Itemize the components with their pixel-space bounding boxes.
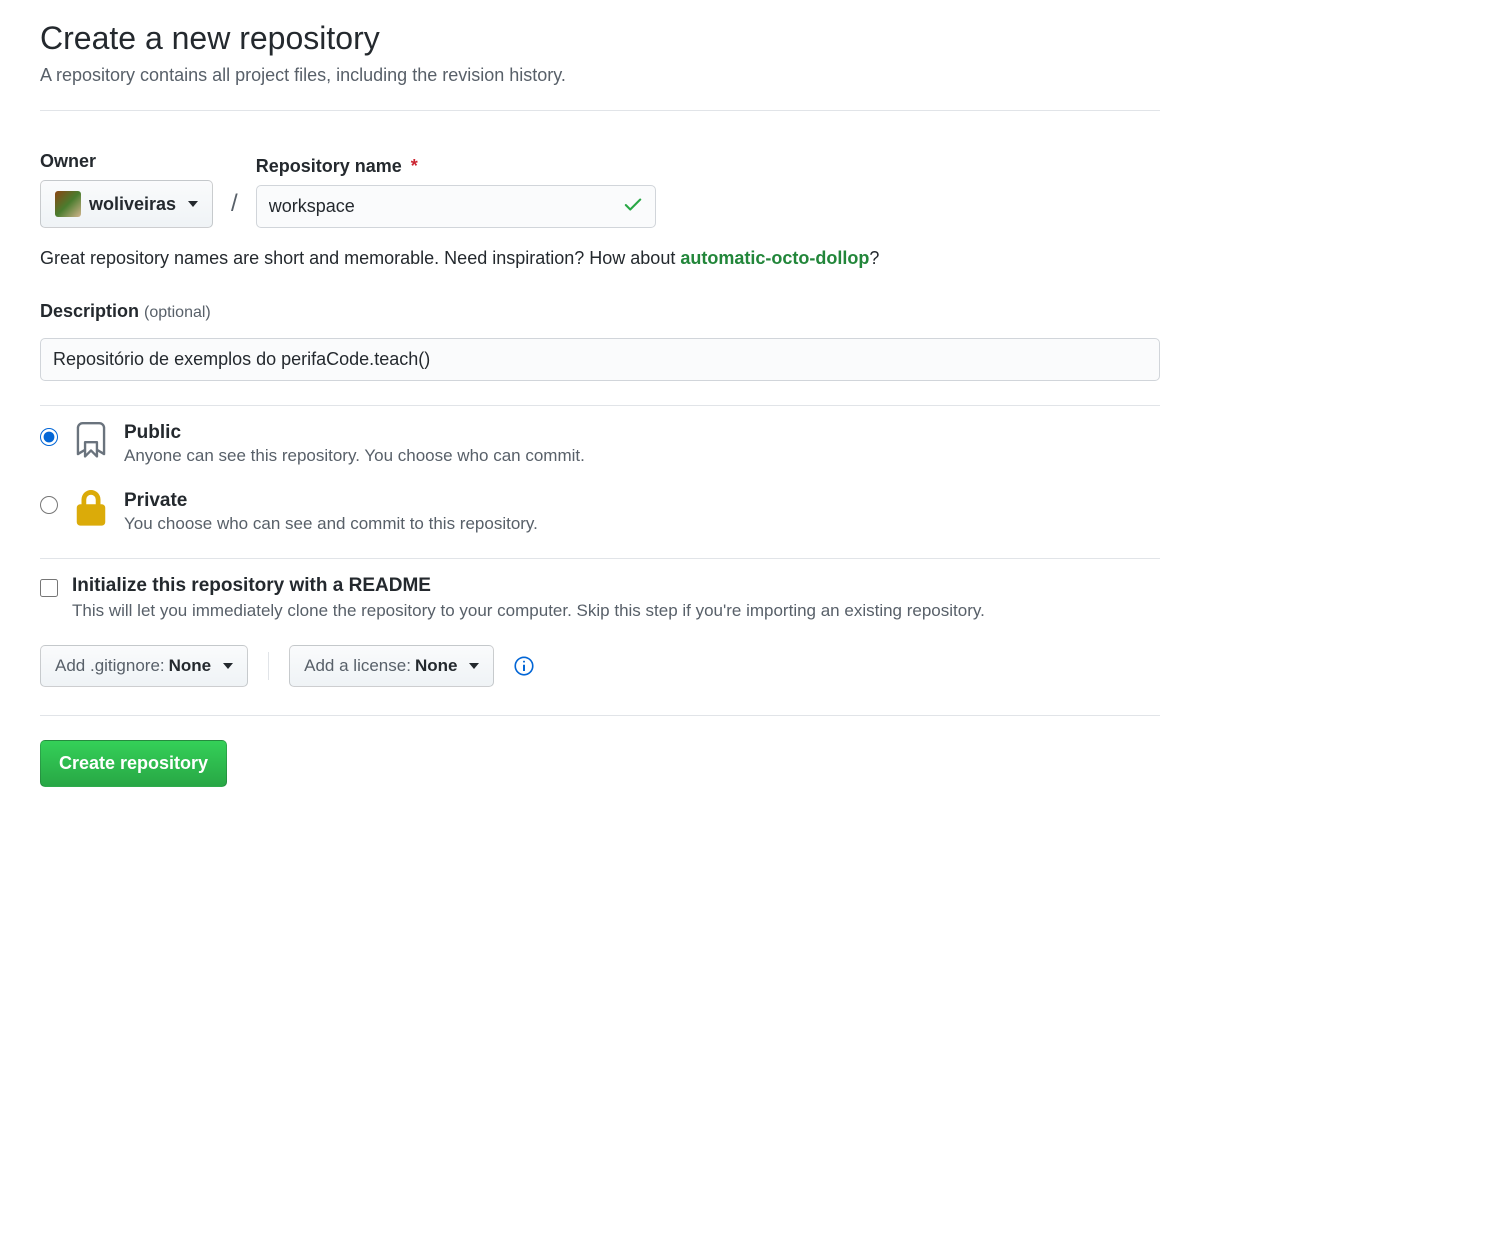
- visibility-private-radio[interactable]: [40, 496, 58, 514]
- divider: [40, 715, 1160, 716]
- repo-public-icon: [72, 422, 110, 460]
- owner-selected-name: woliveiras: [89, 194, 176, 215]
- readme-sub: This will let you immediately clone the …: [72, 601, 985, 621]
- path-separator: /: [225, 190, 244, 228]
- owner-label: Owner: [40, 151, 213, 172]
- initialize-readme-checkbox[interactable]: [40, 579, 58, 597]
- license-dropdown[interactable]: Add a license: None: [289, 645, 494, 687]
- repo-name-label: Repository name *: [256, 156, 656, 177]
- check-icon: [622, 193, 644, 220]
- required-asterisk: *: [411, 156, 418, 176]
- name-suggestion-link[interactable]: automatic-octo-dollop: [680, 248, 869, 268]
- page-title: Create a new repository: [40, 20, 1160, 57]
- lock-icon: [72, 490, 110, 528]
- caret-down-icon: [188, 201, 198, 207]
- visibility-public-sub: Anyone can see this repository. You choo…: [124, 446, 585, 466]
- description-label: Description (optional): [40, 301, 1160, 322]
- description-input[interactable]: [40, 338, 1160, 381]
- divider: [40, 110, 1160, 111]
- divider: [40, 558, 1160, 559]
- gitignore-prefix: Add .gitignore:: [55, 656, 165, 676]
- gitignore-value: None: [169, 656, 212, 676]
- divider: [40, 405, 1160, 406]
- repo-name-hint: Great repository names are short and mem…: [40, 248, 1160, 269]
- description-label-text: Description: [40, 301, 139, 321]
- avatar: [55, 191, 81, 217]
- visibility-private-title: Private: [124, 490, 538, 512]
- optional-hint: (optional): [144, 304, 211, 321]
- info-icon[interactable]: [514, 656, 534, 676]
- hint-prefix: Great repository names are short and mem…: [40, 248, 680, 268]
- repo-name-input[interactable]: [256, 185, 656, 228]
- license-value: None: [415, 656, 458, 676]
- repo-name-label-text: Repository name: [256, 156, 402, 176]
- readme-title: Initialize this repository with a README: [72, 575, 985, 597]
- caret-down-icon: [223, 663, 233, 669]
- caret-down-icon: [469, 663, 479, 669]
- owner-select-button[interactable]: woliveiras: [40, 180, 213, 228]
- license-prefix: Add a license:: [304, 656, 411, 676]
- create-repository-button[interactable]: Create repository: [40, 740, 227, 787]
- hint-suffix: ?: [869, 248, 879, 268]
- visibility-public-radio[interactable]: [40, 428, 58, 446]
- vertical-divider: [268, 652, 269, 680]
- visibility-private-sub: You choose who can see and commit to thi…: [124, 514, 538, 534]
- visibility-public-title: Public: [124, 422, 585, 444]
- page-subtitle: A repository contains all project files,…: [40, 65, 1160, 86]
- gitignore-dropdown[interactable]: Add .gitignore: None: [40, 645, 248, 687]
